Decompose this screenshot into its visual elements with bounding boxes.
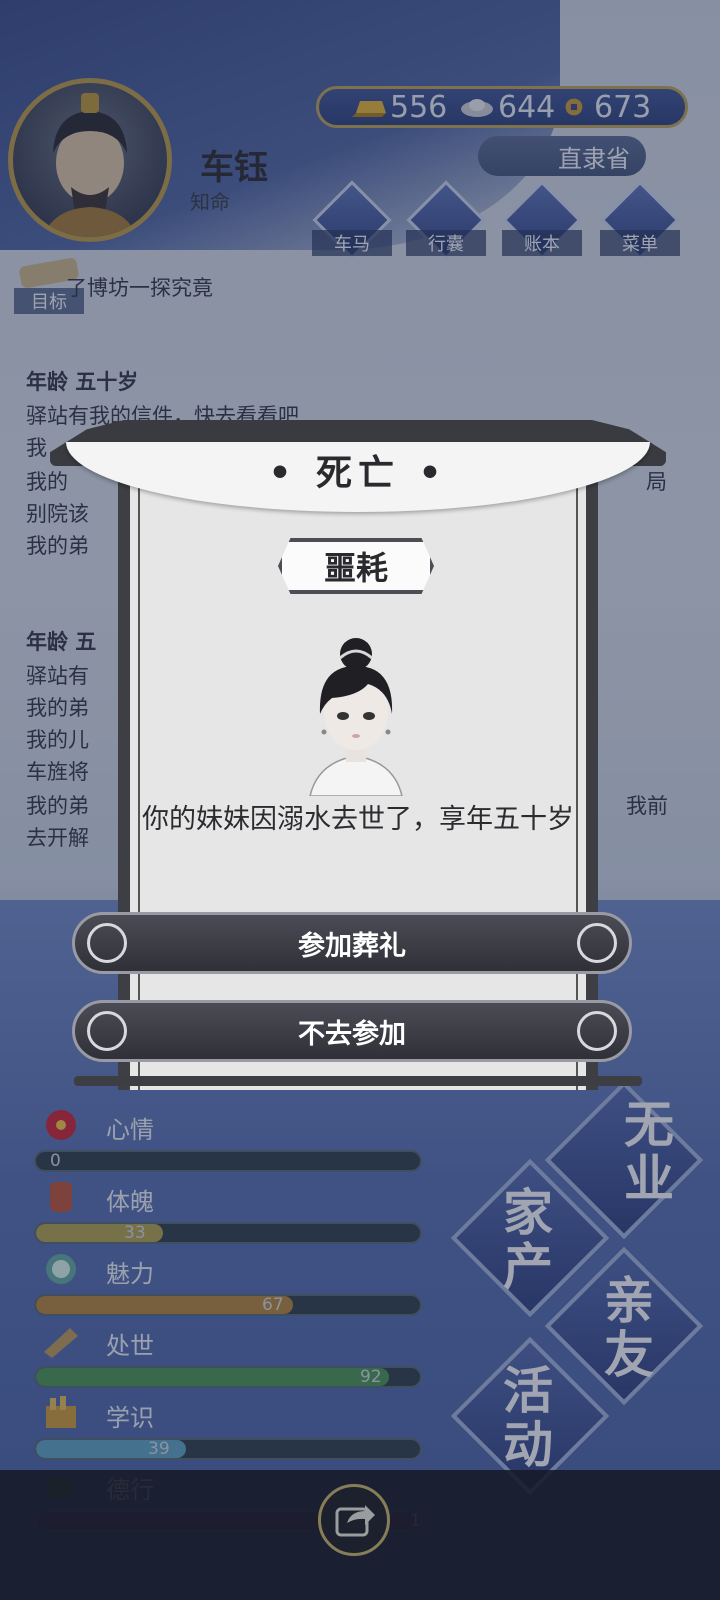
attend-funeral-button[interactable]: 参加葬礼 — [72, 912, 632, 974]
ornament-icon — [577, 923, 617, 963]
dialog-subtitle: 噩耗 — [278, 538, 434, 594]
sister-portrait — [302, 636, 410, 797]
dialog-base — [74, 1076, 642, 1086]
woman-portrait-icon — [309, 638, 403, 797]
ornament-icon — [577, 1011, 617, 1051]
ornament-icon — [87, 923, 127, 963]
death-dialog: • 死亡 • 噩耗 你的妹妹因溺水去世了，享年五十岁 参加葬礼 不去参加 — [50, 420, 666, 1090]
ornament-icon — [87, 1011, 127, 1051]
dialog-title: • 死亡 • — [268, 453, 448, 494]
dialog-message: 你的妹妹因溺水去世了，享年五十岁 — [142, 804, 574, 835]
decline-funeral-button[interactable]: 不去参加 — [72, 1000, 632, 1062]
